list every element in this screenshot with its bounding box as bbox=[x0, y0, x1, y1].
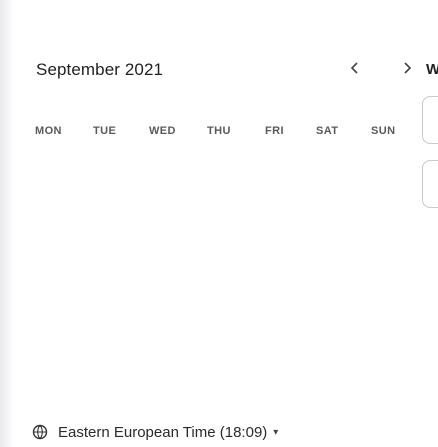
timezone-selector[interactable]: Eastern European Time (18:09) ▾ bbox=[32, 420, 278, 444]
side-panel-label: W bbox=[426, 61, 438, 78]
weekday-fri: FRI bbox=[265, 125, 284, 137]
weekday-wed: WED bbox=[149, 125, 176, 137]
month-title: September 2021 bbox=[36, 60, 164, 79]
chevron-left-icon bbox=[350, 62, 358, 74]
globe-icon bbox=[32, 424, 48, 440]
calendar-panel: September 2021 MON TUE WED THU FRI SAT S… bbox=[0, 0, 420, 447]
weekday-sat: SAT bbox=[316, 125, 339, 137]
previous-month-button[interactable] bbox=[339, 52, 371, 84]
weekday-tue: TUE bbox=[93, 125, 117, 137]
weekday-mon: MON bbox=[35, 125, 62, 137]
chevron-right-icon bbox=[404, 62, 412, 74]
weekday-thu: THU bbox=[207, 125, 231, 137]
next-month-button[interactable] bbox=[391, 52, 423, 84]
weekday-sun: SUN bbox=[371, 125, 396, 137]
weekday-header-row: MON TUE WED THU FRI SAT SUN bbox=[0, 125, 420, 145]
time-slot-button[interactable] bbox=[422, 160, 438, 208]
time-slot-button[interactable] bbox=[422, 96, 438, 144]
timezone-label: Eastern European Time (18:09) bbox=[58, 423, 268, 441]
chevron-down-icon: ▾ bbox=[273, 426, 279, 438]
